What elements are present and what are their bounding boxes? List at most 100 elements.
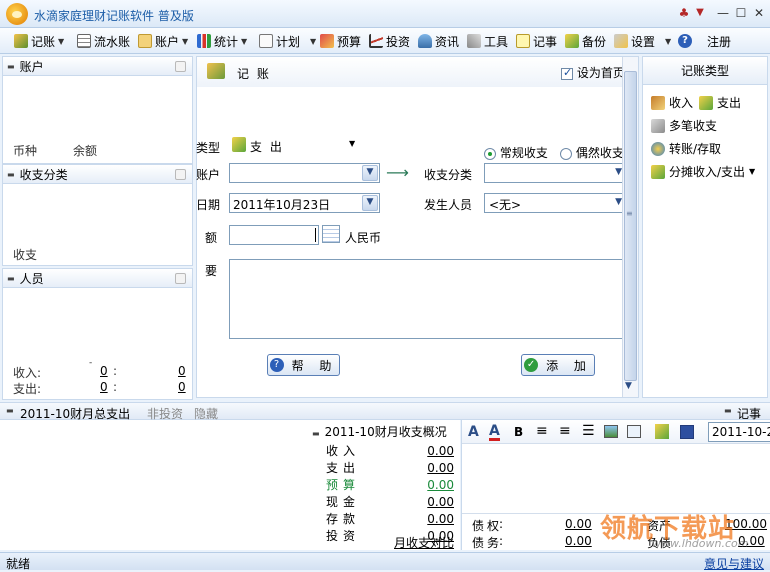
categories-panel-header[interactable]: ▬ 收支分类 bbox=[2, 164, 193, 184]
credit-value[interactable]: 0.00 bbox=[565, 517, 592, 531]
summary-value[interactable]: 0.00 bbox=[386, 444, 454, 458]
scroll-down-icon[interactable]: ▼ bbox=[625, 381, 632, 391]
minimize-button[interactable]: — bbox=[715, 5, 731, 21]
lock-icon[interactable] bbox=[175, 61, 186, 72]
note-icon bbox=[516, 34, 530, 48]
multi-entry-label: 多笔收支 bbox=[669, 119, 718, 133]
notes-date-picker[interactable]: 2011-10-23 bbox=[708, 422, 770, 442]
collapse-icon[interactable]: ▬ bbox=[7, 62, 15, 71]
people-expense-value-2[interactable]: 0 bbox=[178, 380, 186, 394]
people-expense-value[interactable]: 0 bbox=[100, 380, 108, 394]
set-homepage-checkbox[interactable]: 设为首页 bbox=[561, 64, 625, 81]
summary-value[interactable]: 0.00 bbox=[386, 495, 454, 509]
toolbar-register-button[interactable]: ? 注册 bbox=[678, 32, 731, 50]
collapse-icon[interactable]: ▬ bbox=[312, 429, 320, 438]
lock-icon[interactable] bbox=[175, 273, 186, 284]
save-icon[interactable] bbox=[680, 425, 694, 439]
export-icon[interactable] bbox=[655, 424, 669, 439]
toolbar-tools-button[interactable]: 工具 bbox=[467, 32, 508, 50]
collapse-icon[interactable]: ▬ bbox=[724, 406, 732, 415]
chevron-down-icon[interactable]: ▼ bbox=[182, 37, 188, 46]
feedback-link[interactable]: 意见与建议 bbox=[704, 555, 764, 572]
add-button[interactable]: ✓ 添 加 bbox=[521, 354, 595, 376]
collapse-icon[interactable]: ▬ bbox=[6, 406, 14, 415]
summary-value[interactable]: 0.00 bbox=[386, 461, 454, 475]
app-logo-icon bbox=[6, 3, 28, 25]
toolbar-notes-label: 记事 bbox=[533, 34, 558, 49]
occasional-radio[interactable]: 偶然收支 bbox=[560, 144, 622, 161]
help-button[interactable]: ? 帮 助 bbox=[267, 354, 340, 376]
people-list[interactable]: 收入: - 0 : 0 支出: 0 : 0 bbox=[2, 288, 193, 400]
lock-icon[interactable] bbox=[175, 169, 186, 180]
font-icon[interactable]: A bbox=[468, 424, 479, 440]
radio-on-icon[interactable] bbox=[484, 147, 496, 160]
chevron-down-icon[interactable]: ▼ bbox=[665, 37, 671, 46]
toolbar-plan-button[interactable]: 计划 ▼ bbox=[259, 32, 316, 50]
bullet-list-icon[interactable]: ☰ bbox=[582, 423, 595, 439]
toolbar-record-button[interactable]: 记账 ▼ bbox=[14, 32, 64, 50]
bold-icon[interactable]: B bbox=[514, 425, 523, 439]
chevron-down-icon[interactable]: ▼ bbox=[241, 37, 247, 46]
accounts-panel-header[interactable]: ▬ 账户 bbox=[2, 56, 193, 76]
toolbar-account-button[interactable]: 账户 ▼ bbox=[138, 32, 188, 50]
preview-icon[interactable] bbox=[627, 425, 641, 438]
align-left-icon[interactable]: ≡ bbox=[536, 423, 548, 439]
font-color-icon[interactable]: A bbox=[489, 424, 500, 441]
date-picker[interactable]: 2011年10月23日 ▼ bbox=[229, 193, 380, 213]
toolbar-stats-label: 统计 bbox=[214, 34, 239, 49]
collapse-icon[interactable]: ▬ bbox=[7, 274, 15, 283]
toolbar-notes-button[interactable]: 记事 bbox=[516, 32, 557, 50]
align-center-icon[interactable]: ≡ bbox=[559, 423, 571, 439]
multi-entry-link[interactable]: 多笔收支 bbox=[651, 117, 717, 134]
memo-textarea[interactable] bbox=[229, 259, 622, 339]
scrollbar-grip-icon: ≡ bbox=[626, 209, 633, 218]
maximize-button[interactable]: ☐ bbox=[733, 5, 749, 21]
expense-link[interactable]: 支出 bbox=[699, 94, 741, 111]
checkbox-icon[interactable] bbox=[561, 66, 573, 80]
categories-list[interactable]: 收支 bbox=[2, 184, 193, 266]
radio-off-icon[interactable] bbox=[560, 147, 572, 160]
toolbar-stats-button[interactable]: 统计 ▼ bbox=[197, 32, 247, 50]
collapse-icon[interactable]: ▬ bbox=[7, 170, 15, 179]
notify-icon[interactable]: ♣ bbox=[676, 5, 692, 21]
toolbar-backup-button[interactable]: 备份 bbox=[565, 32, 606, 50]
people-panel-header[interactable]: ▬ 人员 bbox=[2, 268, 193, 288]
type-select[interactable]: 支 出 ▼ bbox=[232, 136, 356, 154]
chevron-down-icon[interactable]: ▼ bbox=[749, 167, 755, 176]
toolbar-news-button[interactable]: 资讯 bbox=[418, 32, 459, 50]
income-link[interactable]: 收入 bbox=[651, 94, 693, 111]
toolbar-record-label: 记账 bbox=[31, 34, 56, 49]
category-select[interactable]: ▼ bbox=[484, 163, 622, 183]
calculator-icon[interactable] bbox=[322, 225, 340, 243]
toolbar-budget-button[interactable]: 预算 bbox=[320, 32, 361, 50]
chevron-down-icon[interactable]: ▼ bbox=[615, 197, 622, 207]
regular-radio[interactable]: 常规收支 bbox=[484, 144, 548, 161]
summary-value[interactable]: 0.00 bbox=[386, 478, 454, 492]
toolbar-settings-button[interactable]: 设置 ▼ bbox=[614, 32, 671, 50]
accounts-list[interactable]: 币种 余额 bbox=[2, 76, 193, 164]
close-button[interactable]: ✕ bbox=[751, 5, 767, 21]
debt-value[interactable]: 0.00 bbox=[565, 534, 592, 548]
person-select[interactable]: <无> ▼ bbox=[484, 193, 622, 213]
chevron-down-icon[interactable]: ▼ bbox=[615, 167, 622, 177]
transfer-link[interactable]: 转账/存取 bbox=[651, 140, 721, 157]
chevron-down-icon[interactable]: ▼ bbox=[58, 37, 64, 46]
summary-row: 现金 0.00 bbox=[326, 493, 454, 510]
chevron-down-icon[interactable]: ▼ bbox=[362, 165, 378, 181]
people-income-value[interactable]: 0 bbox=[100, 364, 108, 378]
amount-input[interactable] bbox=[229, 225, 319, 245]
account-select[interactable]: ▼ bbox=[229, 163, 380, 183]
summary-value[interactable]: 0.00 bbox=[386, 512, 454, 526]
chevron-down-icon[interactable]: ▼ bbox=[349, 139, 355, 148]
chevron-down-icon[interactable]: ▼ bbox=[310, 37, 316, 46]
menu-arrow-icon[interactable]: ▼ bbox=[692, 5, 708, 21]
split-link[interactable]: 分摊收入/支出 ▼ bbox=[651, 163, 755, 180]
month-compare-link[interactable]: 月收支对比 bbox=[394, 534, 454, 551]
scrollbar-thumb[interactable] bbox=[624, 71, 637, 381]
toolbar-ledger-button[interactable]: 流水账 bbox=[77, 32, 130, 50]
toolbar-invest-button[interactable]: 投资 bbox=[369, 32, 410, 50]
form-scrollbar[interactable]: ≡ ▼ bbox=[622, 57, 638, 397]
insert-image-icon[interactable] bbox=[604, 425, 618, 438]
people-income-value-2[interactable]: 0 bbox=[178, 364, 186, 378]
chevron-down-icon[interactable]: ▼ bbox=[362, 195, 378, 211]
